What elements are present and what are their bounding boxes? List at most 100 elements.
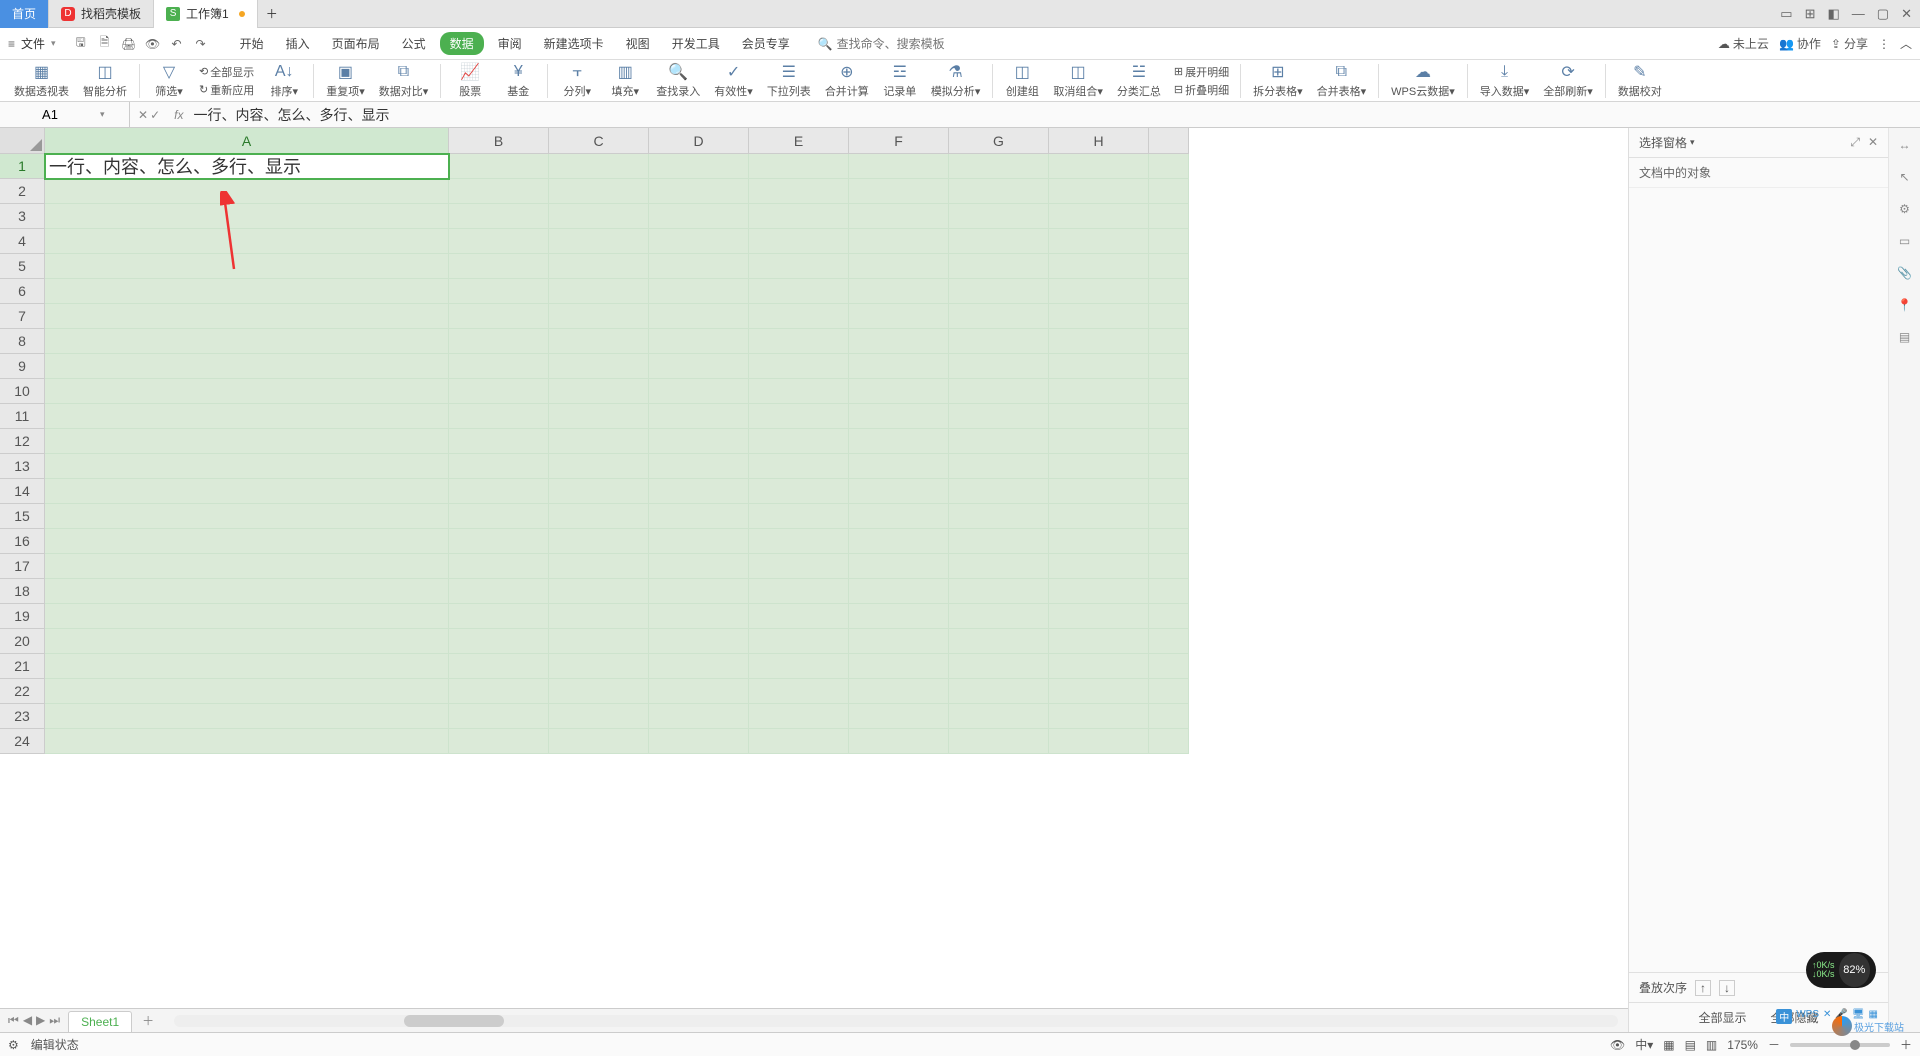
cell-B11[interactable] bbox=[449, 404, 549, 429]
cell-C14[interactable] bbox=[549, 479, 649, 504]
menu-tab-1[interactable]: 插入 bbox=[278, 31, 318, 56]
cell-H2[interactable] bbox=[1049, 179, 1149, 204]
accept-icon[interactable]: ✓ bbox=[150, 108, 160, 122]
cell-C7[interactable] bbox=[549, 304, 649, 329]
cell-E16[interactable] bbox=[749, 529, 849, 554]
cell-F4[interactable] bbox=[849, 229, 949, 254]
minimize-icon[interactable]: — bbox=[1852, 6, 1865, 21]
cell-E10[interactable] bbox=[749, 379, 849, 404]
hscroll-thumb[interactable] bbox=[404, 1015, 504, 1027]
cell-E13[interactable] bbox=[749, 454, 849, 479]
cloud-status[interactable]: ☁未上云 bbox=[1718, 35, 1769, 52]
cell-G14[interactable] bbox=[949, 479, 1049, 504]
cell-B20[interactable] bbox=[449, 629, 549, 654]
nav-first-icon[interactable]: ⏮ bbox=[8, 1013, 19, 1028]
col-header-C[interactable]: C bbox=[549, 128, 649, 154]
stack-down-icon[interactable]: ↓ bbox=[1719, 980, 1735, 996]
cell-C21[interactable] bbox=[549, 654, 649, 679]
cell-F21[interactable] bbox=[849, 654, 949, 679]
cell-H24[interactable] bbox=[1049, 729, 1149, 754]
cell-E15[interactable] bbox=[749, 504, 849, 529]
btn-fill[interactable]: ▥填充▾ bbox=[602, 61, 648, 101]
row-header-1[interactable]: 1 bbox=[0, 154, 45, 179]
cell-D23[interactable] bbox=[649, 704, 749, 729]
cell-G4[interactable] bbox=[949, 229, 1049, 254]
cell-E11[interactable] bbox=[749, 404, 849, 429]
collapse-ribbon-icon[interactable]: ︿ bbox=[1900, 35, 1912, 52]
cell-B17[interactable] bbox=[449, 554, 549, 579]
cell-D18[interactable] bbox=[649, 579, 749, 604]
cell-D13[interactable] bbox=[649, 454, 749, 479]
cell-H19[interactable] bbox=[1049, 604, 1149, 629]
btn-refresh[interactable]: ⟳全部刷新▾ bbox=[1537, 61, 1599, 101]
cell-F20[interactable] bbox=[849, 629, 949, 654]
cell-C3[interactable] bbox=[549, 204, 649, 229]
cell-B13[interactable] bbox=[449, 454, 549, 479]
row-header-4[interactable]: 4 bbox=[0, 229, 45, 254]
cell-F17[interactable] bbox=[849, 554, 949, 579]
cell-D20[interactable] bbox=[649, 629, 749, 654]
row-header-13[interactable]: 13 bbox=[0, 454, 45, 479]
cell-G8[interactable] bbox=[949, 329, 1049, 354]
cell-C11[interactable] bbox=[549, 404, 649, 429]
cell-G1[interactable] bbox=[949, 154, 1049, 179]
cell-E6[interactable] bbox=[749, 279, 849, 304]
rstrip-select-icon[interactable]: ↔ bbox=[1899, 138, 1911, 152]
qat-preview-icon[interactable]: 👁 bbox=[142, 33, 164, 55]
cell-H10[interactable] bbox=[1049, 379, 1149, 404]
cell-C18[interactable] bbox=[549, 579, 649, 604]
cell-C1[interactable] bbox=[549, 154, 649, 179]
btn-consol[interactable]: ⊕合并计算 bbox=[819, 61, 875, 101]
cell-C13[interactable] bbox=[549, 454, 649, 479]
cell-C5[interactable] bbox=[549, 254, 649, 279]
cell-F14[interactable] bbox=[849, 479, 949, 504]
cell-F16[interactable] bbox=[849, 529, 949, 554]
row-header-10[interactable]: 10 bbox=[0, 379, 45, 404]
cell-F8[interactable] bbox=[849, 329, 949, 354]
cell-C4[interactable] bbox=[549, 229, 649, 254]
btn-filter[interactable]: ▽筛选▾ bbox=[146, 61, 192, 101]
cell-H17[interactable] bbox=[1049, 554, 1149, 579]
row-header-22[interactable]: 22 bbox=[0, 679, 45, 704]
cell-E14[interactable] bbox=[749, 479, 849, 504]
cell-G5[interactable] bbox=[949, 254, 1049, 279]
close-icon[interactable]: ✕ bbox=[1901, 6, 1912, 22]
cell-E20[interactable] bbox=[749, 629, 849, 654]
btn-split[interactable]: ⫟分列▾ bbox=[554, 61, 600, 101]
collab-button[interactable]: 👥协作 bbox=[1779, 35, 1821, 52]
cell-G13[interactable] bbox=[949, 454, 1049, 479]
row-header-8[interactable]: 8 bbox=[0, 329, 45, 354]
col-header-G[interactable]: G bbox=[949, 128, 1049, 154]
btn-group[interactable]: ◫创建组 bbox=[999, 61, 1045, 101]
cell-A18[interactable] bbox=[45, 579, 449, 604]
network-widget[interactable]: ↑0K/s ↓0K/s 82% bbox=[1806, 952, 1876, 988]
sheet-tab[interactable]: Sheet1 bbox=[68, 1011, 132, 1032]
rstrip-more-icon[interactable]: ▤ bbox=[1899, 330, 1910, 344]
row-header-7[interactable]: 7 bbox=[0, 304, 45, 329]
btn-record[interactable]: ☲记录单 bbox=[877, 61, 923, 101]
rstrip-clip-icon[interactable]: 📎 bbox=[1897, 266, 1912, 280]
cell-F24[interactable] bbox=[849, 729, 949, 754]
cell-A21[interactable] bbox=[45, 654, 449, 679]
cell-H22[interactable] bbox=[1049, 679, 1149, 704]
cell-D22[interactable] bbox=[649, 679, 749, 704]
cell-E1[interactable] bbox=[749, 154, 849, 179]
menu-tab-7[interactable]: 视图 bbox=[618, 31, 658, 56]
cell-A24[interactable] bbox=[45, 729, 449, 754]
menu-tab-3[interactable]: 公式 bbox=[394, 31, 434, 56]
qat-print-icon[interactable]: 🖨 bbox=[118, 33, 140, 55]
cell-C22[interactable] bbox=[549, 679, 649, 704]
cell-G11[interactable] bbox=[949, 404, 1049, 429]
btn-expand[interactable]: ⊞展开明细 bbox=[1169, 63, 1234, 81]
row-header-17[interactable]: 17 bbox=[0, 554, 45, 579]
cell-B15[interactable] bbox=[449, 504, 549, 529]
cell-B16[interactable] bbox=[449, 529, 549, 554]
pane-close-icon[interactable]: ✕ bbox=[1868, 135, 1878, 150]
cell-D15[interactable] bbox=[649, 504, 749, 529]
maximize-icon[interactable]: ▢ bbox=[1877, 6, 1889, 22]
cell-F23[interactable] bbox=[849, 704, 949, 729]
rstrip-setting-icon[interactable]: ⚙ bbox=[1899, 202, 1910, 216]
cell-F13[interactable] bbox=[849, 454, 949, 479]
cell-B5[interactable] bbox=[449, 254, 549, 279]
cell-B8[interactable] bbox=[449, 329, 549, 354]
